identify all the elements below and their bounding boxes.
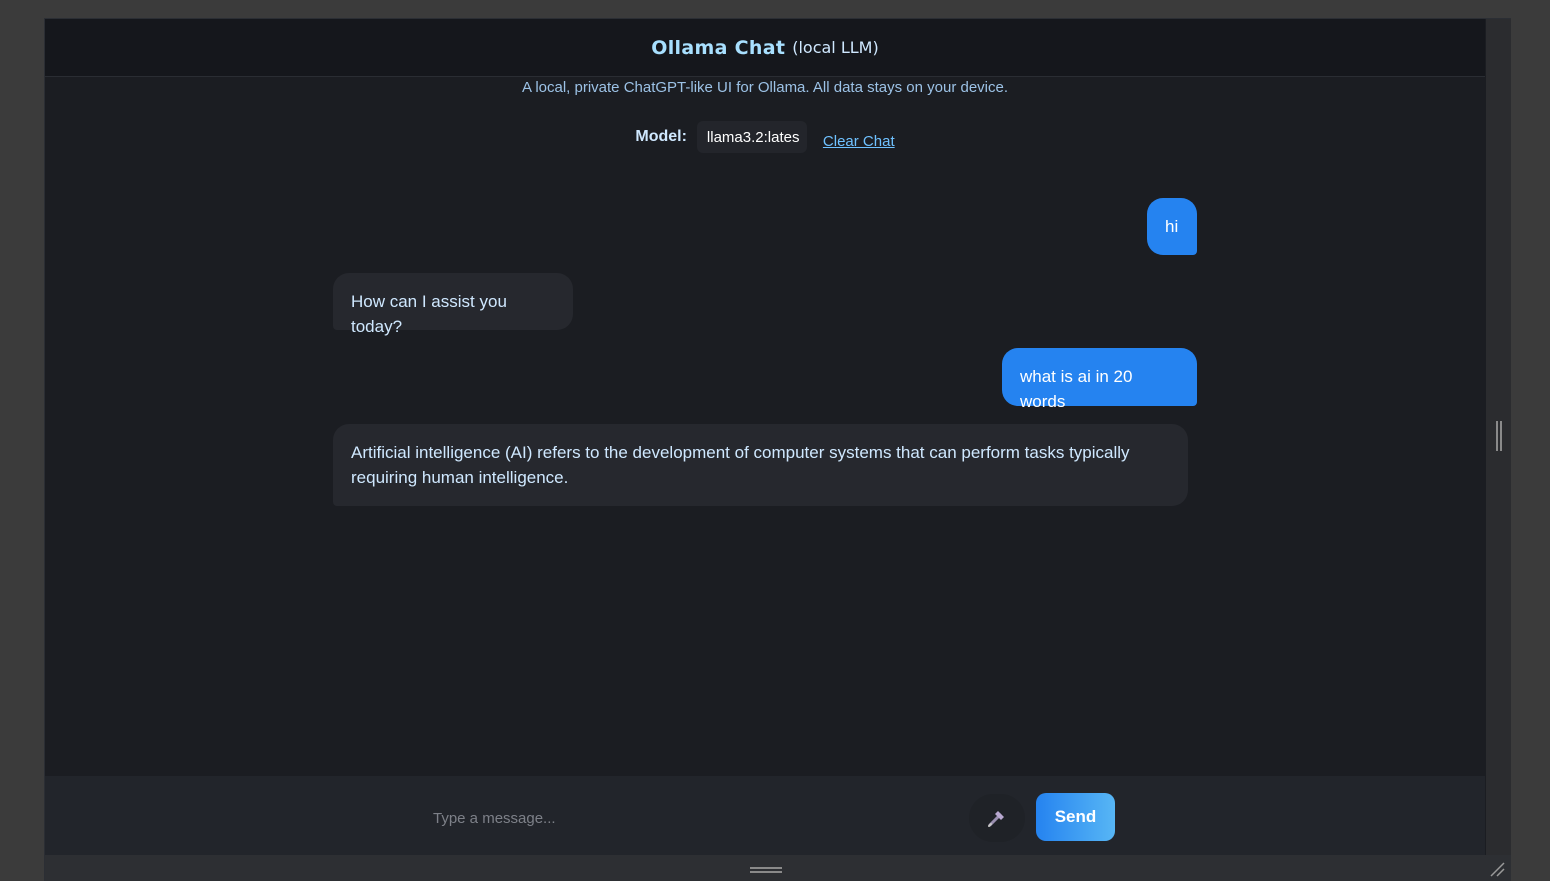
desktop-background: Ollama Chat (local LLM) A local, private… [0, 0, 1550, 881]
mic-button[interactable] [969, 794, 1025, 842]
composer: Send [45, 776, 1485, 855]
message-assistant: Artificial intelligence (AI) refers to t… [333, 424, 1188, 506]
subtitle: A local, private ChatGPT-like UI for Oll… [521, 79, 1009, 96]
message-assistant: How can I assist you today? [333, 273, 573, 336]
app-title-suffix: (local LLM) [792, 38, 879, 57]
resize-grip-icon[interactable] [1489, 861, 1505, 877]
scrollbar-gutter[interactable] [1486, 19, 1511, 881]
clear-chat-link[interactable]: Clear Chat [823, 133, 895, 150]
model-select-value: llama3.2:lates [706, 128, 800, 146]
splitter-handle-icon[interactable] [1496, 421, 1502, 451]
send-button[interactable]: Send [1036, 793, 1115, 841]
model-row: Model: llama3.2:lates Clear Chat [45, 121, 1485, 153]
drag-handle-icon[interactable] [750, 867, 782, 873]
header: Ollama Chat (local LLM) [45, 19, 1485, 77]
message-input[interactable] [431, 797, 955, 839]
microphone-icon [988, 811, 1004, 827]
bottom-bar [45, 855, 1511, 881]
message-user: what is ai in 20 words [1002, 348, 1197, 411]
model-label: Model: [635, 128, 687, 145]
app-title: Ollama Chat [651, 36, 786, 59]
message-user: hi [1147, 198, 1197, 255]
model-select[interactable]: llama3.2:lates [696, 121, 807, 153]
chat-window: Ollama Chat (local LLM) A local, private… [44, 18, 1511, 881]
